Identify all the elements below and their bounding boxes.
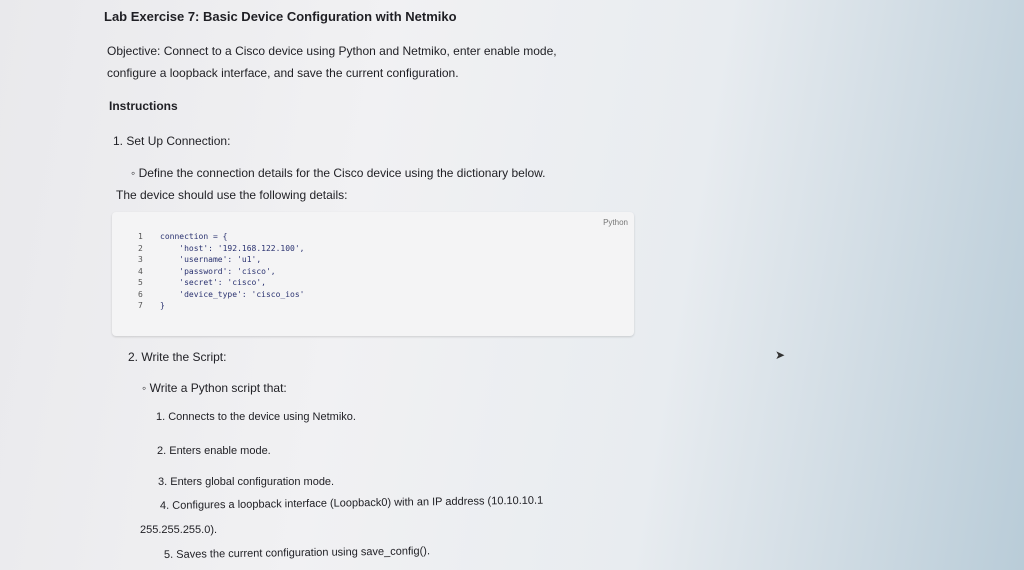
line-number: 2: [138, 243, 143, 253]
line-number: 7: [138, 301, 143, 310]
code-text: 'username': 'u1',: [160, 255, 262, 264]
code-text: 'secret': 'cisco',: [160, 278, 266, 287]
step2-item: 3. Enters global configuration mode.: [158, 476, 335, 488]
code-line: 2 'host': '192.168.122.100',: [138, 243, 305, 255]
code-language-label: Python: [603, 218, 628, 227]
code-line: 7}: [138, 300, 305, 312]
step2-item: 5. Saves the current configuration using…: [163, 545, 431, 561]
step2-heading: 2. Write the Script:: [128, 350, 227, 364]
code-line: 4 'password': 'cisco',: [138, 266, 305, 278]
step2-item: 1. Connects to the device using Netmiko.: [156, 411, 356, 423]
objective-line-2: configure a loopback interface, and save…: [107, 66, 459, 80]
code-text: }: [160, 301, 165, 310]
code-text: 'password': 'cisco',: [160, 266, 276, 276]
line-number: 4: [138, 266, 143, 276]
line-number: 3: [138, 255, 143, 264]
code-text: connection = {: [160, 232, 228, 241]
line-number: 1: [138, 232, 143, 241]
code-line: 3 'username': 'u1',: [138, 254, 305, 266]
step1-heading: 1. Set Up Connection:: [113, 134, 231, 148]
code-text: 'device_type': 'cisco_ios': [160, 289, 305, 299]
step1-note: The device should use the following deta…: [116, 188, 348, 202]
code-line: 1 connection = {: [138, 231, 305, 243]
mouse-cursor-icon: ➤: [775, 348, 786, 362]
step2-item: 4. Configures a loopback interface (Loop…: [159, 494, 544, 512]
step2-item: 255.255.255.0).: [140, 524, 218, 536]
step1-bullet-text: Define the connection details for the Ci…: [138, 166, 546, 180]
step2-item: 2. Enters enable mode.: [157, 445, 271, 457]
page-title: Lab Exercise 7: Basic Device Configurati…: [104, 9, 457, 24]
code-line: 6 'device_type': 'cisco_ios': [138, 289, 305, 301]
step1-bullet: ◦ Define the connection details for the …: [131, 166, 546, 180]
step2-bullet: ◦ Write a Python script that:: [142, 381, 287, 395]
line-number: 6: [138, 289, 143, 299]
objective-line-1: Objective: Connect to a Cisco device usi…: [107, 44, 557, 58]
code-lines: 1 connection = { 2 'host': '192.168.122.10…: [138, 231, 305, 312]
step2-bullet-text: Write a Python script that:: [149, 381, 287, 395]
line-number: 5: [138, 278, 143, 287]
code-line: 5 'secret': 'cisco',: [138, 277, 305, 289]
code-text: 'host': '192.168.122.100',: [160, 243, 305, 253]
code-block: Python 1 connection = { 2 'host': '192.168…: [112, 212, 634, 336]
instructions-heading: Instructions: [109, 99, 178, 113]
